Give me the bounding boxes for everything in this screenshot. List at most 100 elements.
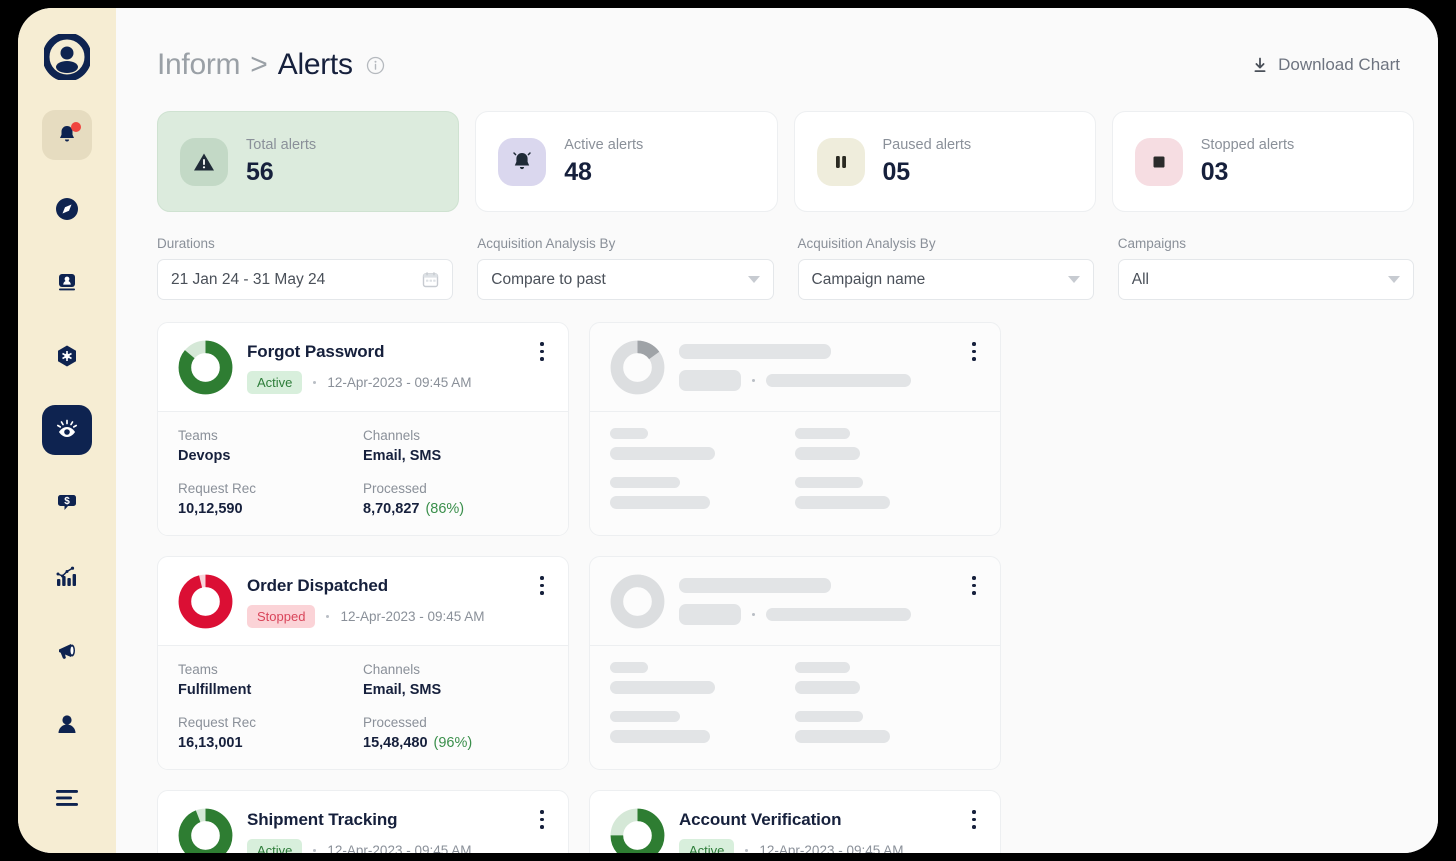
skeleton-bar [795, 711, 863, 722]
campaign-name-select[interactable]: Campaign name [797, 259, 1094, 300]
channels-value: Email, SMS [363, 448, 442, 464]
alert-card-loading[interactable] [589, 322, 1001, 536]
bar-chart-icon [56, 566, 76, 587]
card-header: Order Dispatched Stopped 12-Apr-2023 - 09:… [158, 557, 568, 645]
separator-dot [313, 848, 317, 852]
sidebar-item-campaigns[interactable] [42, 626, 92, 676]
sidebar-item-integrations[interactable] [42, 331, 92, 381]
status-badge: Active [247, 838, 303, 853]
kpi-card-total-alerts[interactable]: Total alerts 56 [157, 111, 460, 212]
processed-label: Processed [363, 481, 427, 496]
kpi-card-paused-alerts[interactable]: Paused alerts 05 [793, 111, 1096, 212]
chevron-down-icon[interactable] [1067, 276, 1080, 283]
user-icon [58, 715, 76, 734]
filter-row: Durations 21 Jan 24 - 31 May 24 Acquisit… [157, 236, 1414, 300]
donut-progress-icon [610, 340, 665, 395]
calendar-icon[interactable] [422, 271, 439, 288]
kebab-menu-icon[interactable] [964, 574, 984, 595]
sidebar-item-menu[interactable] [42, 773, 92, 823]
donut-progress-icon [178, 574, 233, 629]
breadcrumb-parent[interactable]: Inform [157, 48, 241, 82]
kebab-menu-icon[interactable] [532, 340, 552, 361]
alert-card[interactable]: Shipment Tracking Active 12-Apr-2023 - 09:… [157, 790, 569, 853]
teams-value: Devops [178, 448, 231, 464]
skeleton-bar [766, 608, 911, 621]
campaigns-select[interactable]: All [1117, 259, 1414, 300]
status-badge: Active [679, 838, 735, 853]
kpi-label: Total alerts [246, 136, 317, 153]
skeleton-bar [795, 681, 860, 694]
skeleton-bar [795, 496, 890, 509]
id-card-icon [59, 274, 75, 291]
skeleton-bar [795, 662, 850, 673]
sidebar: $ [18, 8, 116, 853]
alert-title: Shipment Tracking [247, 809, 398, 829]
page-title: Alerts [277, 48, 353, 81]
alert-card-loading[interactable] [589, 556, 1001, 770]
kpi-card-stopped-alerts[interactable]: Stopped alerts 03 [1111, 111, 1414, 212]
status-badge: Active [247, 370, 303, 394]
kpi-row: Total alerts 56 Active alerts 48 Paused … [157, 111, 1414, 212]
sidebar-item-explore[interactable] [42, 184, 92, 234]
chevron-down-icon[interactable] [1388, 276, 1400, 283]
sidebar-item-audience[interactable] [42, 257, 92, 307]
eye-icon [56, 419, 78, 437]
sidebar-item-analytics[interactable] [42, 552, 92, 602]
card-body [590, 645, 1000, 761]
pause-icon [816, 137, 865, 186]
sidebar-item-revenue[interactable]: $ [42, 479, 92, 529]
sidebar-item-profile[interactable] [42, 700, 92, 750]
kpi-card-active-alerts[interactable]: Active alerts 48 [475, 111, 778, 212]
kpi-label: Active alerts [564, 136, 644, 153]
skeleton-bar [610, 447, 715, 460]
compare-select[interactable]: Compare to past [477, 259, 774, 300]
alert-card[interactable]: Account Verification Active 12-Apr-2023 - … [589, 790, 1001, 853]
megaphone-icon [58, 644, 75, 660]
separator-dot [326, 614, 330, 618]
alert-card[interactable]: Forgot Password Active 12-Apr-2023 - 09:45… [157, 322, 569, 536]
donut-progress-icon [610, 574, 665, 629]
breadcrumb-separator: > [250, 48, 268, 81]
kebab-menu-icon[interactable] [964, 808, 984, 829]
card-header: Shipment Tracking Active 12-Apr-2023 - 09:… [158, 791, 568, 853]
alert-timestamp: 12-Apr-2023 - 09:45 AM [340, 608, 485, 624]
donut-progress-icon [178, 808, 233, 853]
card-body: Teams Fulfillment Channels Email, SMS Reques… [158, 645, 568, 769]
processed-percent: (86%) [425, 501, 465, 517]
filter-label: Acquisition Analysis By [477, 236, 616, 251]
card-header [590, 557, 1000, 645]
app-window: $ Inform > Alerts Download Chart Total a… [18, 8, 1438, 853]
app-logo[interactable] [42, 32, 92, 82]
skeleton-bar [795, 730, 890, 743]
download-chart-button[interactable]: Download Chart [1252, 55, 1400, 75]
sidebar-item-alerts[interactable] [42, 110, 92, 160]
compass-icon [56, 197, 78, 220]
alert-title: Account Verification [679, 809, 842, 829]
date-range-input[interactable]: 21 Jan 24 - 31 May 24 [157, 259, 454, 300]
skeleton-bar [795, 428, 850, 439]
alert-card[interactable]: Order Dispatched Stopped 12-Apr-2023 - 09:… [157, 556, 569, 770]
chevron-down-icon[interactable] [747, 276, 760, 283]
alerts-badge-dot [71, 122, 81, 132]
sidebar-item-inform[interactable] [42, 404, 92, 455]
skeleton-bar [610, 662, 648, 673]
separator-dot [313, 380, 317, 384]
info-circle-icon[interactable] [366, 56, 385, 75]
kebab-menu-icon[interactable] [532, 574, 552, 595]
filter-durations: Durations 21 Jan 24 - 31 May 24 [157, 236, 454, 300]
stop-square-icon [1134, 137, 1183, 186]
kebab-menu-icon[interactable] [532, 808, 552, 829]
card-header [590, 323, 1000, 411]
alert-timestamp: 12-Apr-2023 - 09:45 AM [759, 842, 904, 854]
campaigns-select-value: All [1131, 270, 1149, 288]
kpi-value: 05 [882, 157, 911, 186]
alert-title: Forgot Password [247, 341, 385, 361]
request-rec-label: Request Rec [178, 481, 257, 496]
skeleton-bar [795, 477, 863, 488]
kebab-menu-icon[interactable] [964, 340, 984, 361]
skeleton-bar [610, 711, 680, 722]
filter-label: Durations [157, 236, 215, 251]
channels-value: Email, SMS [363, 682, 442, 698]
request-rec-label: Request Rec [178, 715, 257, 730]
kpi-value: 56 [246, 157, 274, 186]
